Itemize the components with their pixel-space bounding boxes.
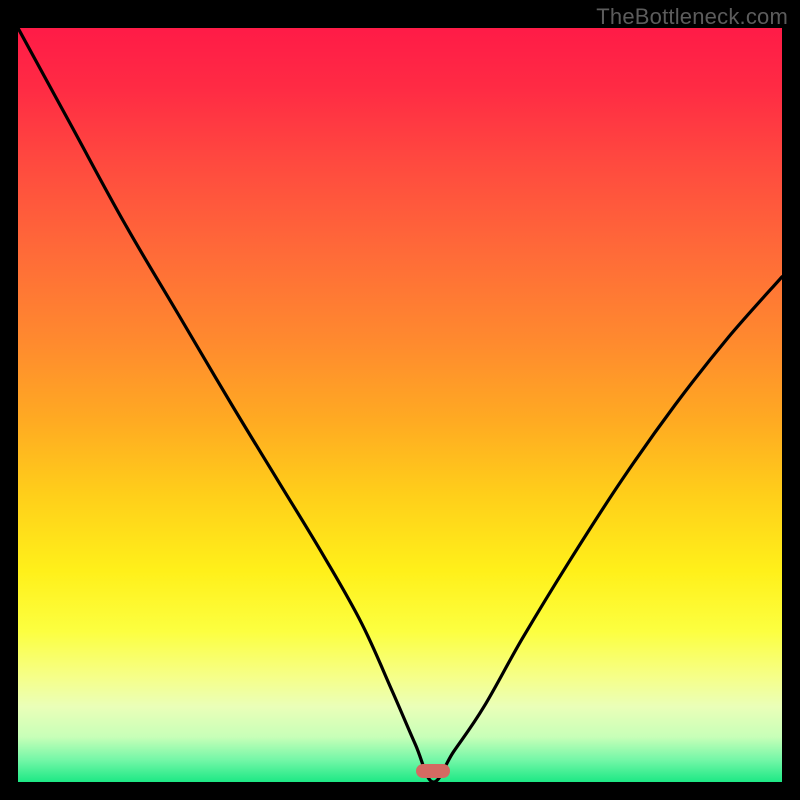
bottleneck-curve: [18, 28, 782, 782]
watermark-text: TheBottleneck.com: [596, 4, 788, 30]
plot-area: [18, 28, 782, 782]
chart-frame: TheBottleneck.com: [0, 0, 800, 800]
minimum-marker: [416, 764, 450, 778]
